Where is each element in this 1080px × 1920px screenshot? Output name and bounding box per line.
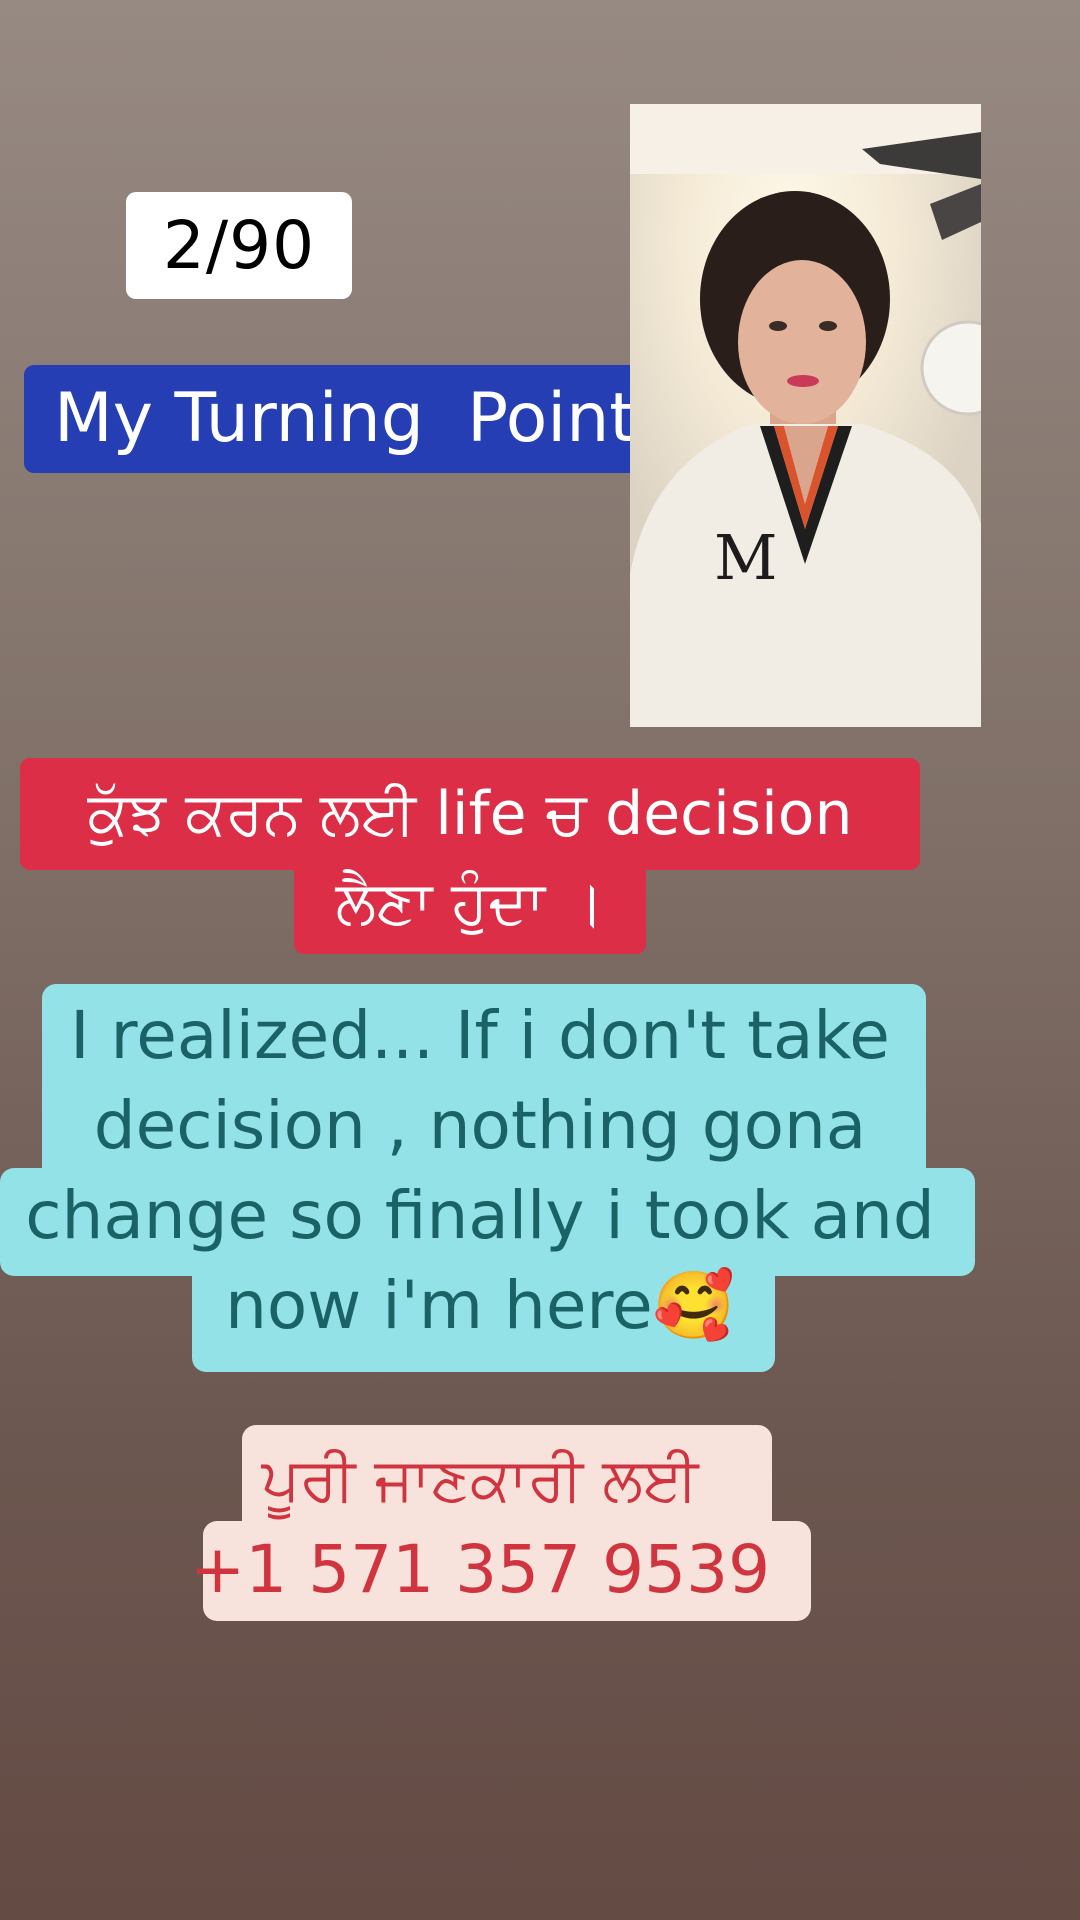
contact-label: ਪੂਰੀ ਜਾਣਕਾਰੀ ਲਈ (261, 1445, 699, 1515)
person-photo: M (630, 104, 981, 727)
punjabi-caption-line-2: ਲੈਣਾ ਹੁੰਦਾ । (294, 858, 646, 954)
message-line-3: change so finally i took and (25, 1177, 935, 1254)
story-counter: 2/90 (126, 192, 352, 299)
contact-phone[interactable]: +1 571 357 9539 (150, 1526, 810, 1614)
punjabi-caption-line-1: ਕੁੱਝ ਕਰਨ ਲਈ life ਚ decision (20, 758, 920, 870)
title-banner: My Turning Point (24, 365, 666, 473)
message-line-2: decision , nothing gona (93, 1087, 867, 1164)
message-line-1: I realized... If i don't take (70, 997, 890, 1074)
svg-text:M: M (714, 521, 777, 594)
message-line-4: now i'm here🥰 (225, 1267, 735, 1344)
